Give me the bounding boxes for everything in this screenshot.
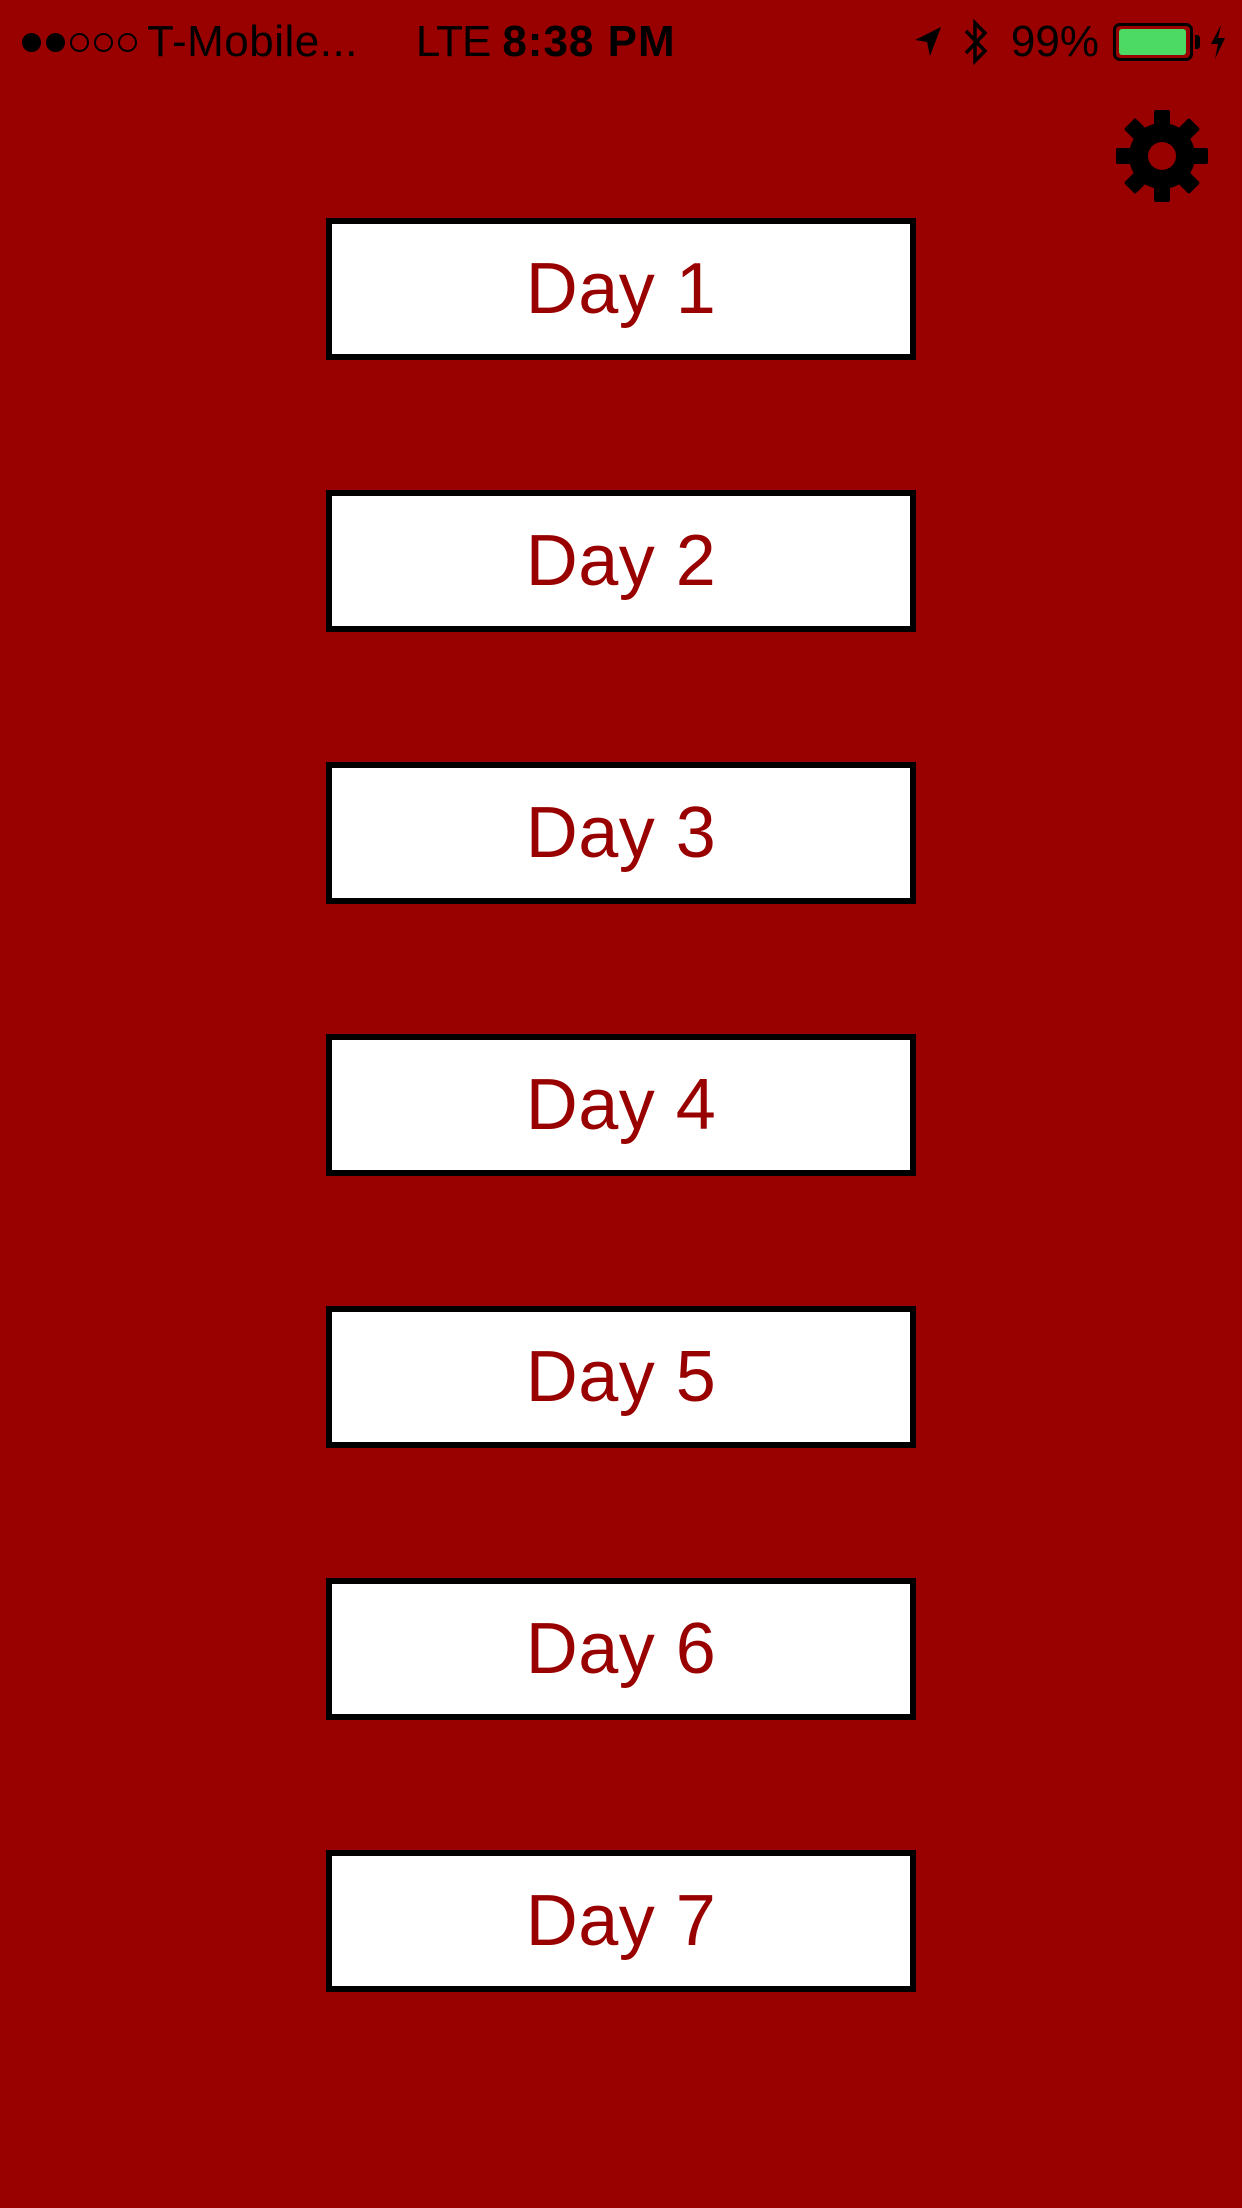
day-button-label: Day 7	[525, 1881, 717, 1961]
day-2-button[interactable]: Day 2	[326, 490, 916, 632]
battery-icon	[1113, 23, 1193, 61]
day-6-button[interactable]: Day 6	[326, 1578, 916, 1720]
day-7-button[interactable]: Day 7	[326, 1850, 916, 1992]
day-button-label: Day 6	[525, 1609, 717, 1689]
battery-percentage: 99%	[1010, 17, 1099, 66]
location-arrow-icon	[913, 25, 943, 59]
day-button-label: Day 4	[525, 1065, 717, 1145]
signal-strength-icon	[22, 32, 137, 52]
status-time: 8:38 PM	[502, 17, 676, 66]
settings-button[interactable]	[1114, 108, 1210, 204]
status-right: 99%	[913, 14, 1228, 70]
status-bar: T-Mobile... LTE 8:38 PM 99%	[0, 0, 1242, 84]
signal-dot	[46, 32, 65, 52]
day-3-button[interactable]: Day 3	[326, 762, 916, 904]
day-button-label: Day 3	[525, 793, 717, 873]
battery-cap	[1195, 35, 1200, 49]
network-type: LTE	[415, 17, 491, 66]
charging-bolt-icon	[1208, 24, 1228, 60]
signal-dot	[118, 32, 137, 52]
day-button-label: Day 2	[525, 521, 717, 601]
bluetooth-icon	[963, 18, 989, 66]
day-4-button[interactable]: Day 4	[326, 1034, 916, 1176]
signal-dot	[94, 32, 113, 52]
day-1-button[interactable]: Day 1	[326, 218, 916, 360]
day-5-button[interactable]: Day 5	[326, 1306, 916, 1448]
day-button-label: Day 5	[525, 1337, 717, 1417]
status-left: T-Mobile... LTE 8:38 PM	[22, 14, 676, 70]
battery-level-fill	[1119, 29, 1187, 55]
day-button-label: Day 1	[525, 249, 717, 329]
signal-dot	[22, 32, 41, 52]
carrier-name: T-Mobile...	[147, 17, 358, 66]
signal-dot	[70, 32, 89, 52]
gear-icon	[1116, 110, 1208, 202]
